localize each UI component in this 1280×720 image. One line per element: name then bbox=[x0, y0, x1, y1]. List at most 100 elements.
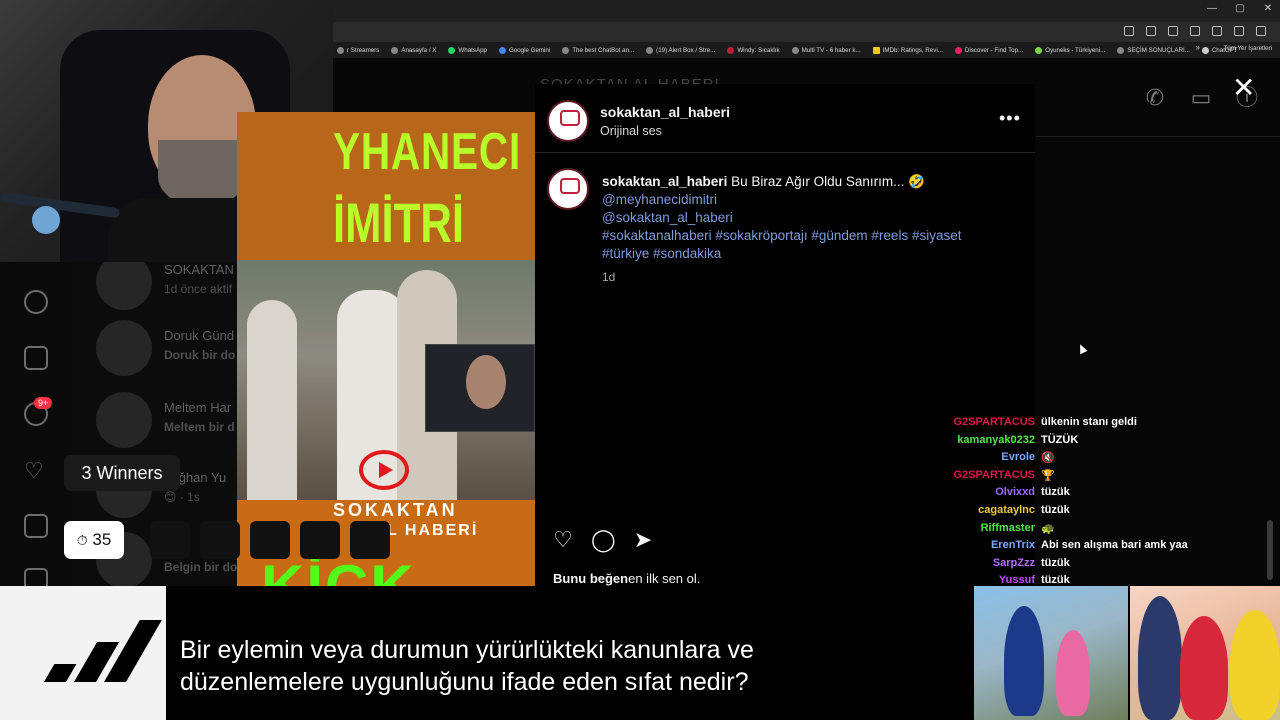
video-title-line1: YHANECI bbox=[333, 123, 522, 181]
video-call-icon[interactable]: ▭ bbox=[1188, 86, 1214, 110]
adidas-logo bbox=[0, 586, 166, 720]
explore-icon[interactable] bbox=[24, 290, 48, 314]
reel-video[interactable]: YHANECI İMİTRİ SOKAKTAN L HABERİ KİCK bbox=[237, 112, 535, 586]
ad-photo-playground bbox=[974, 586, 1128, 720]
share-icon[interactable]: ➤ bbox=[631, 528, 655, 552]
chat-username[interactable]: G2SPARTACUS bbox=[954, 416, 1036, 428]
ad-question: Bir eylemin veya durumun yürürlükteki ka… bbox=[180, 636, 754, 696]
zoom-icon[interactable] bbox=[1146, 26, 1156, 36]
chat-message: ErenTrix Abi sen alışma bari amk yaa bbox=[940, 539, 1188, 557]
ad-figure bbox=[1004, 606, 1044, 716]
more-options-icon[interactable]: ••• bbox=[999, 108, 1021, 129]
play-icon[interactable] bbox=[359, 450, 409, 490]
tv-icon bbox=[791, 46, 799, 54]
like-heart-icon[interactable]: ♡ bbox=[551, 528, 575, 552]
extensions-icon[interactable] bbox=[1190, 26, 1200, 36]
post-audio-label[interactable]: Orijinal ses bbox=[600, 124, 662, 138]
toolbar-icons bbox=[1124, 26, 1266, 36]
chat-text: 🐢 bbox=[1041, 522, 1055, 535]
gemini-icon bbox=[498, 46, 506, 54]
ad-figure bbox=[1056, 630, 1090, 716]
whatsapp-icon bbox=[448, 46, 456, 54]
profile-icon[interactable] bbox=[1234, 26, 1244, 36]
bookmark-item[interactable]: WhatsApp bbox=[448, 46, 487, 54]
ad-figure bbox=[1180, 616, 1228, 720]
star-icon[interactable] bbox=[1168, 26, 1178, 36]
hashtags-line[interactable]: #türkiye #sondakika bbox=[602, 246, 721, 261]
caption-avatar[interactable] bbox=[547, 168, 589, 210]
alert-icon bbox=[646, 46, 654, 54]
author-avatar[interactable] bbox=[547, 100, 589, 142]
dm-header-divider bbox=[1036, 136, 1280, 137]
hashtags-line[interactable]: #sokaktanalhaberi #sokakröportajı #günde… bbox=[602, 228, 961, 243]
caption-line: sokaktan_al_haberi Bu Biraz Ağır Oldu Sa… bbox=[602, 174, 925, 190]
chat-username[interactable]: kamanyak0232 bbox=[957, 434, 1035, 446]
chat-message: Evrole 🔇 bbox=[940, 451, 1180, 469]
chat-message: cagataylnc tüzük bbox=[940, 504, 1180, 522]
chat-username[interactable]: Riffmaster bbox=[981, 522, 1035, 534]
caption-text: Bu Biraz Ağır Oldu Sanırım... 🤣 bbox=[731, 174, 925, 189]
ad-banner: Bir eylemin veya durumun yürürlükteki ka… bbox=[0, 586, 1280, 720]
chat-username[interactable]: ErenTrix bbox=[991, 539, 1035, 551]
scrollbar-thumb[interactable] bbox=[1267, 520, 1273, 580]
bookmark-item[interactable]: Discover - Find Top... bbox=[954, 46, 1023, 54]
mention-link[interactable]: @sokaktan_al_haberi bbox=[602, 210, 733, 225]
dm-list-item[interactable]: Meltem Har Meltem bir d bbox=[96, 392, 242, 452]
giveaway-slot bbox=[150, 521, 190, 559]
post-author[interactable]: sokaktan_al_haberi bbox=[600, 104, 730, 120]
chat-username[interactable]: Olvixxd bbox=[995, 486, 1035, 498]
menu-icon[interactable] bbox=[1256, 26, 1266, 36]
bookmark-item[interactable]: IMDb: Ratings, Revi... bbox=[872, 46, 943, 54]
avatar bbox=[96, 254, 152, 310]
bookmark-item[interactable]: Multi TV - 6 haber k... bbox=[791, 46, 861, 54]
chat-message: SarpZzz tüzük bbox=[940, 557, 1180, 575]
chatbot-icon bbox=[562, 46, 570, 54]
close-window-button[interactable]: ✕ bbox=[1262, 3, 1274, 14]
bookmark-item[interactable]: The best ChatBot an... bbox=[562, 46, 634, 54]
phone-icon[interactable]: ✆ bbox=[1142, 86, 1168, 110]
chat-username[interactable]: G2SPARTACUS bbox=[954, 469, 1036, 481]
chat-text: tüzük bbox=[1041, 486, 1070, 499]
chat-text: Abi sen alışma bari amk yaa bbox=[1041, 539, 1188, 552]
chat-username[interactable]: SarpZzz bbox=[993, 557, 1035, 569]
reels-icon[interactable] bbox=[24, 346, 48, 370]
post-divider bbox=[535, 152, 1035, 153]
likes-text: Bunu beğenen ilk sen ol. bbox=[553, 571, 701, 586]
bookmark-item[interactable]: r Streamers bbox=[337, 46, 379, 54]
address-bar[interactable] bbox=[333, 22, 1280, 42]
notifications-heart-icon[interactable]: ♡ bbox=[24, 458, 44, 484]
maximize-button[interactable]: ▢ bbox=[1234, 3, 1246, 14]
left-nav-rail bbox=[0, 262, 72, 592]
post-actions: ♡ ◯ ➤ bbox=[551, 528, 655, 552]
logo-stripe bbox=[44, 664, 77, 682]
ad-figure bbox=[1138, 596, 1182, 720]
countdown-timer: ⏱ 35 bbox=[64, 521, 124, 559]
chat-username[interactable]: cagataylnc bbox=[978, 504, 1035, 516]
election-icon bbox=[1117, 46, 1125, 54]
caption-user[interactable]: sokaktan_al_haberi bbox=[602, 174, 727, 189]
bookmark-item[interactable]: Oyuneks - Türkiyeni... bbox=[1035, 46, 1105, 54]
all-bookmarks-button[interactable]: Tüm Yer İşaretleri bbox=[1224, 45, 1273, 52]
imdb-icon bbox=[872, 46, 880, 54]
dm-list-item[interactable]: SOKAKTAN 1d önce aktif bbox=[96, 254, 242, 314]
mention-link[interactable]: @meyhanecidimitri bbox=[602, 192, 717, 207]
dm-list-item[interactable]: Doruk Günd Doruk bir do bbox=[96, 320, 242, 380]
more-bookmarks-button[interactable]: » bbox=[1196, 43, 1200, 52]
chat-username[interactable]: Yussuf bbox=[999, 574, 1035, 586]
bookmark-item[interactable]: (19) Alert Box / Stre... bbox=[646, 46, 715, 54]
stopwatch-icon: ⏱ bbox=[76, 532, 88, 548]
comment-icon[interactable]: ◯ bbox=[591, 528, 616, 552]
giveaway-slot bbox=[350, 521, 390, 559]
download-icon[interactable] bbox=[1212, 26, 1222, 36]
bookmark-item[interactable]: SEÇİM SONUÇLARI... bbox=[1117, 46, 1190, 54]
avatar bbox=[96, 392, 152, 448]
bookmark-item[interactable]: Anasayfa / X bbox=[391, 46, 436, 54]
minimize-button[interactable]: — bbox=[1206, 3, 1218, 14]
cast-icon[interactable] bbox=[1124, 26, 1134, 36]
bookmark-item[interactable]: Windy: Sıcaklık bbox=[727, 46, 780, 54]
notification-badge: 9+ bbox=[34, 397, 53, 409]
chat-username[interactable]: Evrole bbox=[1001, 451, 1035, 463]
bookmark-item[interactable]: Google Gemini bbox=[498, 46, 550, 54]
close-modal-icon[interactable]: ✕ bbox=[1232, 74, 1255, 102]
create-icon[interactable] bbox=[24, 514, 48, 538]
